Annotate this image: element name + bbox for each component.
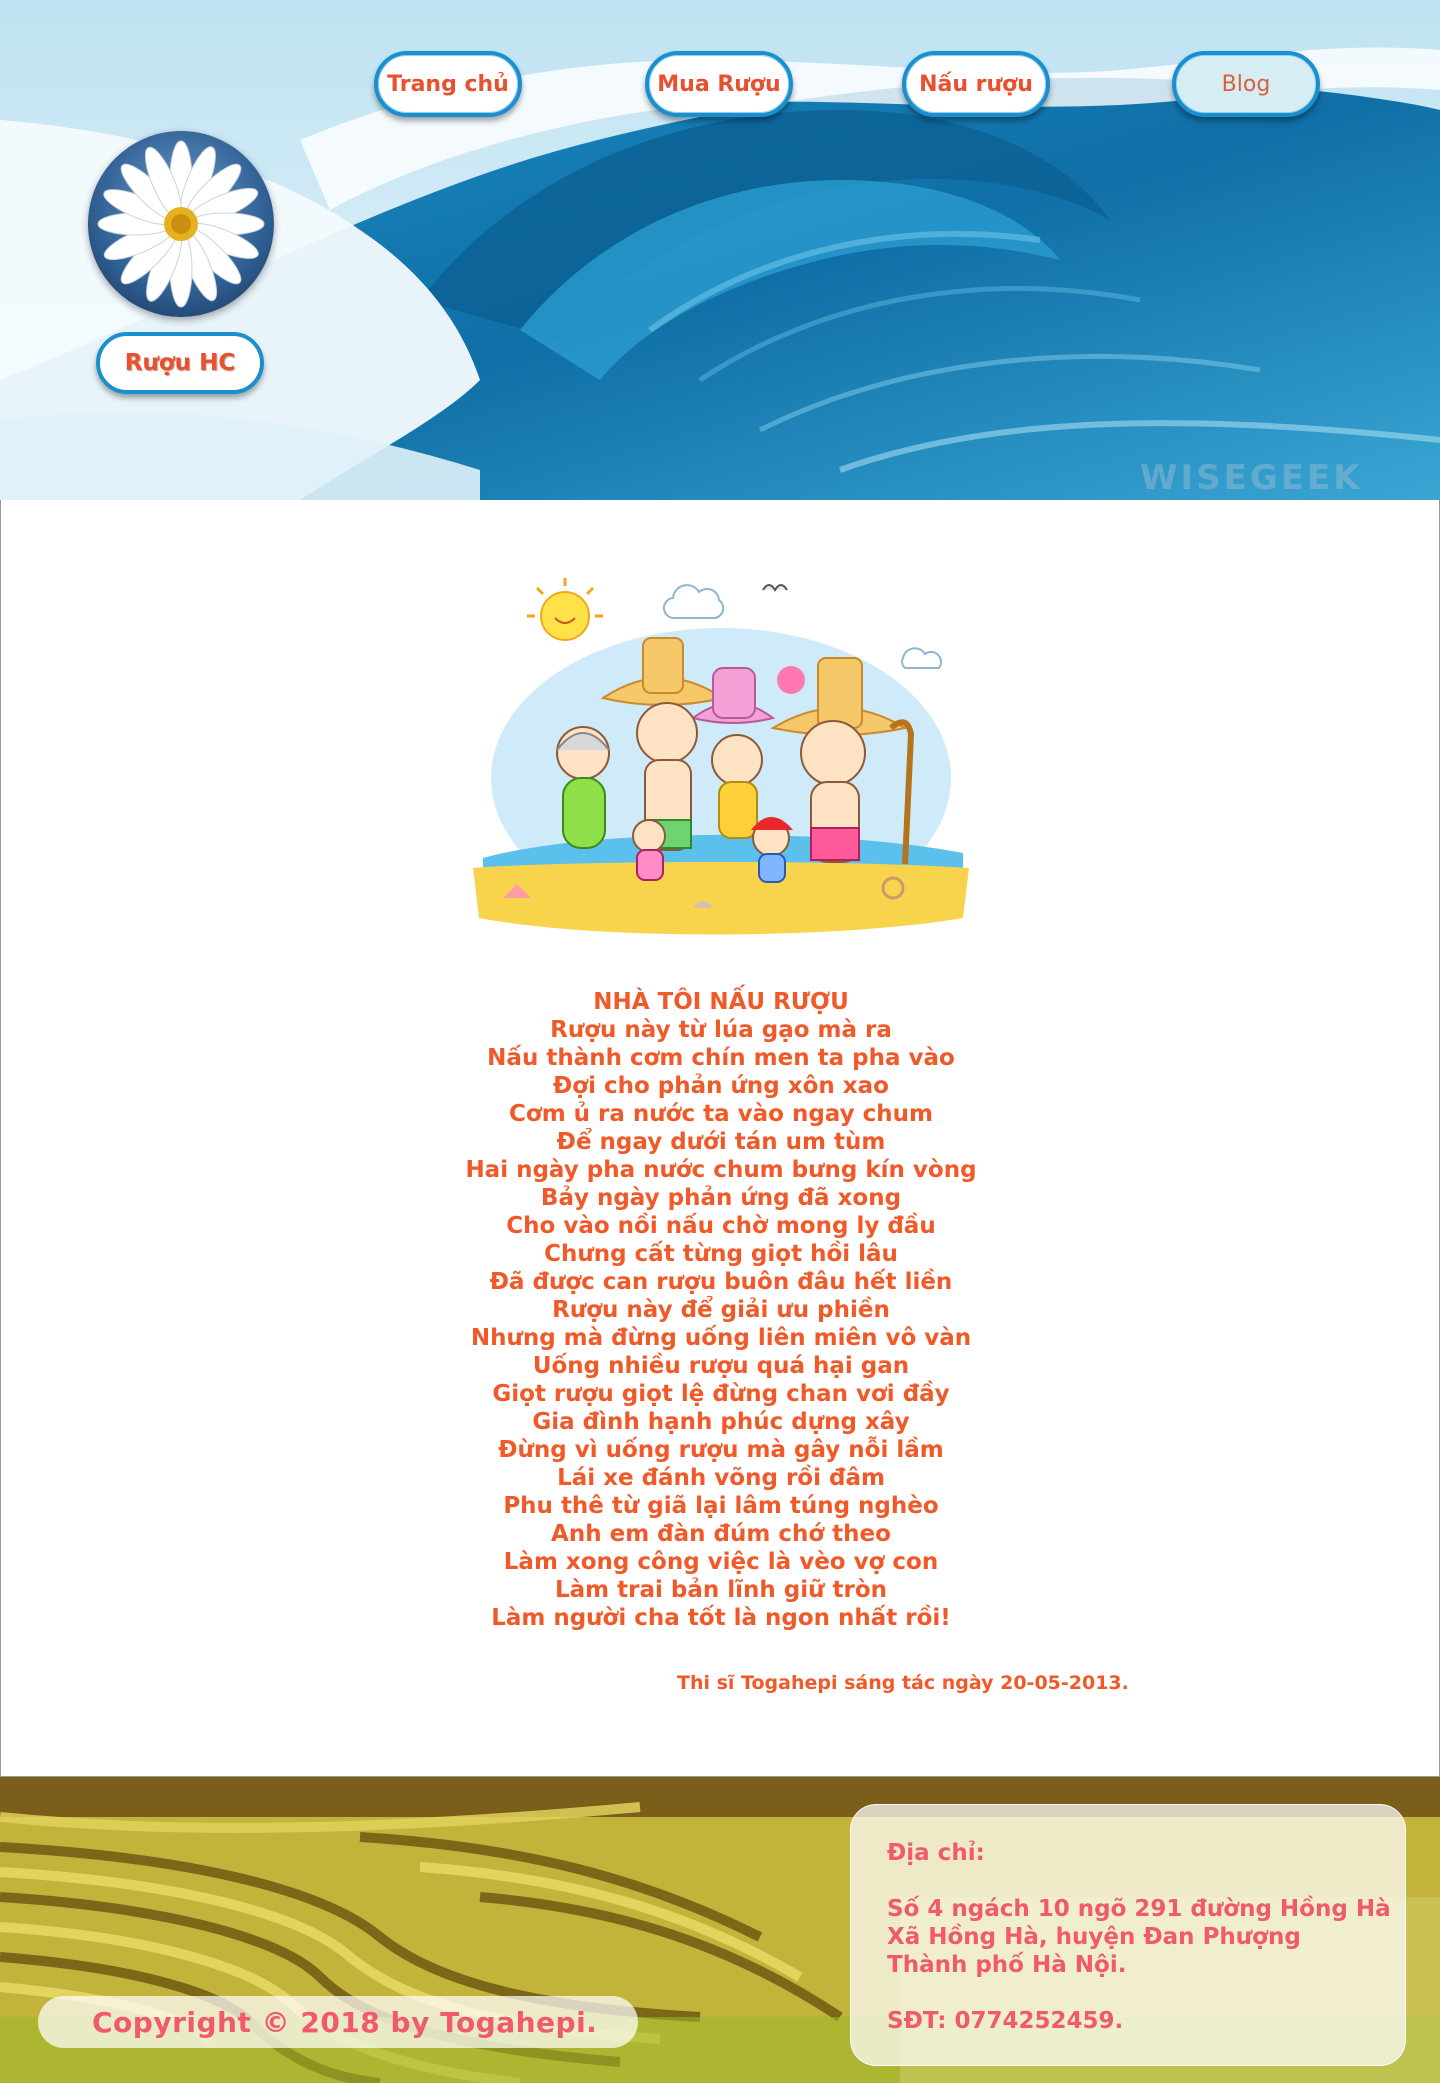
address-box: Địa chỉ: Số 4 ngách 10 ngõ 291 đường Hồn…	[850, 1804, 1406, 2066]
address-line: Xã Hồng Hà, huyện Đan Phượng	[887, 1924, 1301, 1950]
poem-line: Uống nhiều rượu quá hại gan	[532, 1353, 910, 1379]
poem-line: Cơm ủ ra nước ta vào ngay chum	[509, 1101, 933, 1127]
nav-buy-wine-button[interactable]: Mua Rượu	[645, 51, 793, 117]
copyright-text: Copyright © 2018 by Togahepi.	[92, 2005, 598, 2039]
address-heading: Địa chỉ:	[887, 1840, 985, 1866]
nav-brew-wine-label: Nấu rượu	[919, 71, 1033, 97]
poem-line: Đừng vì uống rượu mà gây nỗi lầm	[498, 1437, 944, 1463]
poem-line: Nhưng mà đừng uống liên miên vô vàn	[470, 1325, 972, 1351]
poem-line: Làm người cha tốt là ngon nhất rồi!	[491, 1605, 951, 1631]
family-beach-cartoon-image	[473, 578, 969, 935]
poem-signature: Thi sĩ Togahepi sáng tác ngày 20-05-2013…	[677, 1672, 1129, 1694]
brand-label: Rượu HC	[124, 350, 236, 376]
nav-blog-label: Blog	[1221, 71, 1271, 97]
nav-home-button[interactable]: Trang chủ	[374, 51, 522, 117]
daisy-flower-icon	[97, 140, 265, 308]
phone-number: SĐT: 0774252459.	[887, 2008, 1124, 2034]
poem-line: Giọt rượu giọt lệ đừng chan vơi đầy	[492, 1381, 950, 1407]
poem-title: NHÀ TÔI NẤU RƯỢU	[593, 989, 849, 1015]
poem-line: Lái xe đánh võng rồi đâm	[557, 1465, 885, 1491]
watermark-text: WISEGEEK	[1140, 458, 1363, 498]
poem-line: Đợi cho phản ứng xôn xao	[553, 1073, 889, 1099]
poem-line: Gia đình hạnh phúc dựng xây	[532, 1409, 910, 1435]
poem-line: Phu thê từ giã lại lâm túng nghèo	[503, 1493, 939, 1519]
poem-line: Đã được can rượu buôn đâu hết liền	[489, 1269, 953, 1295]
nav-buy-wine-label: Mua Rượu	[657, 71, 781, 97]
address-line: Số 4 ngách 10 ngõ 291 đường Hồng Hà	[887, 1896, 1391, 1922]
brand-button[interactable]: Rượu HC	[96, 332, 264, 394]
logo[interactable]	[88, 131, 274, 317]
poem-line: Rượu này để giải ưu phiền	[552, 1297, 890, 1323]
poem-line: Anh em đàn đúm chớ theo	[551, 1521, 891, 1547]
poem-line: Để ngay dưới tán um tùm	[556, 1129, 886, 1155]
address-line: Thành phố Hà Nội.	[887, 1952, 1127, 1978]
poem-line: Bảy ngày phản ứng đã xong	[540, 1185, 902, 1211]
footer: Copyright © 2018 by Togahepi. Địa chỉ: S…	[0, 1777, 1440, 2083]
nav-brew-wine-button[interactable]: Nấu rượu	[902, 51, 1050, 117]
poem-line: Chưng cất từng giọt hồi lâu	[544, 1241, 898, 1267]
poem: NHÀ TÔI NẤU RƯỢU Rượu này từ lúa gạo mà …	[1, 988, 1440, 1632]
poem-line: Cho vào nồi nấu chờ mong ly đầu	[506, 1213, 936, 1239]
main-content: NHÀ TÔI NẤU RƯỢU Rượu này từ lúa gạo mà …	[0, 500, 1440, 1777]
poem-line: Làm xong công việc là vèo vợ con	[503, 1549, 939, 1575]
poem-line: Rượu này từ lúa gạo mà ra	[550, 1017, 892, 1043]
header-banner: WISEGEEK Trang chủ Mua Rượu Nấu rượu Blo…	[0, 0, 1440, 500]
copyright-bar: Copyright © 2018 by Togahepi.	[38, 1996, 638, 2048]
poem-line: Nấu thành cơm chín men ta pha vào	[487, 1045, 955, 1071]
nav-blog-button[interactable]: Blog	[1172, 51, 1320, 117]
poem-line: Làm trai bản lĩnh giữ tròn	[554, 1577, 888, 1603]
nav-home-label: Trang chủ	[387, 71, 509, 97]
poem-line: Hai ngày pha nước chum bưng kín vòng	[465, 1157, 977, 1183]
